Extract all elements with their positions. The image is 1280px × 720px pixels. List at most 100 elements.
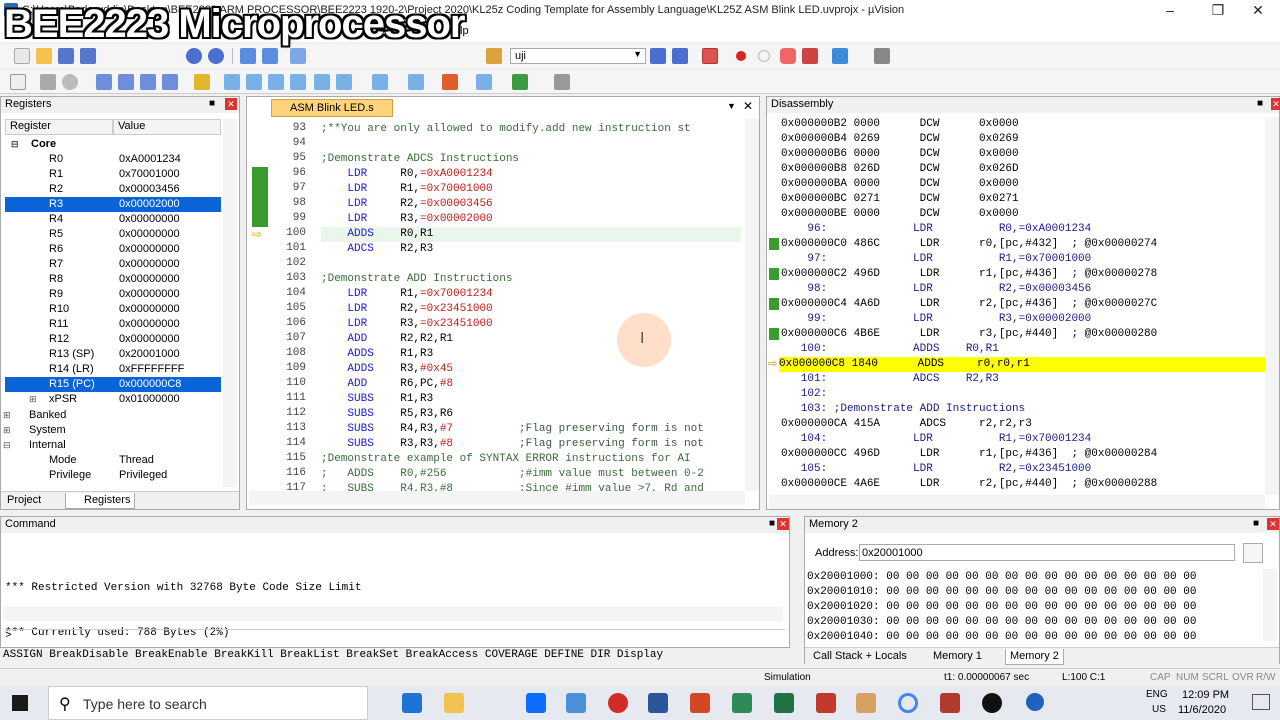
memory-row[interactable]: 0x20001020: 00 00 00 00 00 00 00 00 00 0… [807,601,1196,613]
code-line[interactable]: ADD R6,PC,#8 [321,377,453,392]
register-row-privilege[interactable]: Privilege Privileged [5,468,221,483]
disassembly-line[interactable]: 0x000000C0 486C LDR r0,[pc,#432] ; @0x00… [781,237,1157,252]
disassembly-line[interactable]: 99: LDR R3,=0x00002000 [781,312,1091,327]
register-row[interactable]: R11 0x00000000 [5,317,221,332]
close-icon[interactable]: ✕ [225,98,237,110]
close-icon[interactable]: ✕ [1271,98,1280,110]
code-line[interactable]: ADDS R1,R3 [321,347,433,362]
save-all-icon[interactable] [80,48,96,64]
command-window-icon[interactable] [224,74,240,90]
recorder-icon[interactable] [982,693,1002,713]
disassembly-line[interactable]: 0x000000CE 4A6E LDR r2,[pc,#440] ; @0x00… [781,477,1157,492]
language-indicator[interactable]: ENG [1146,689,1168,700]
file-explorer-icon[interactable] [444,693,464,713]
disassembly-line[interactable]: 0x000000BE 0000 DCW 0x0000 [781,207,1019,222]
pin-icon[interactable]: ■ [769,518,775,529]
disassembly-line[interactable]: 98: LDR R2,=0x00003456 [781,282,1091,297]
register-row-mode[interactable]: Mode Thread [5,453,221,468]
tab-registers[interactable]: Registers [65,493,136,509]
reset-icon[interactable] [10,74,26,90]
code-line[interactable]: ADD R2,R2,R1 [321,332,453,347]
code-line[interactable]: SUBS R5,R3,R6 [321,407,453,422]
symbols-window-icon[interactable] [268,74,284,90]
register-row[interactable]: R6 0x00000000 [5,242,221,257]
chrome-icon[interactable] [898,693,918,713]
column-header-register[interactable]: Register [5,119,113,135]
memory-window-icon[interactable] [372,74,388,90]
disassembly-line[interactable]: 103: ;Demonstrate ADD Instructions [781,402,1025,417]
register-row[interactable]: R8 0x00000000 [5,272,221,287]
taskbar-search[interactable]: ⚲ Type here to search [48,686,368,720]
code-line[interactable]: SUBS R4,R3,#7 ;Flag preserving form is n… [321,422,703,437]
register-row[interactable]: ⊞ xPSR 0x01000000 [5,392,221,407]
step-into-icon[interactable] [96,74,112,90]
run-icon[interactable] [40,74,56,90]
powerpoint-icon[interactable] [690,693,710,713]
breakpoint-insert-icon[interactable] [736,51,746,61]
code-line[interactable]: LDR R2,=0x00003456 [321,197,492,212]
target-select[interactable]: uji ▼ [510,48,646,64]
disassembly-line[interactable]: 105: LDR R2,=0x23451000 [781,462,1091,477]
disassembly-line[interactable]: 0x000000B4 0269 DCW 0x0269 [781,132,1019,147]
code-line[interactable]: LDR R1,=0x70001000 [321,182,492,197]
nav-forward-icon[interactable] [262,48,278,64]
disassembly-line[interactable]: 100: ADDS R0,R1 [781,342,999,357]
opera-icon[interactable] [608,693,628,713]
tree-node-banked[interactable]: ⊞ Banked [3,408,221,423]
new-file-icon[interactable] [14,48,30,64]
find-in-files-icon[interactable] [486,48,502,64]
tab-memory-2[interactable]: Memory 2 [1005,649,1064,665]
address-input[interactable] [859,544,1235,561]
disassembly-line[interactable]: 96: LDR R0,=0xA0001234 [781,222,1091,237]
pin-icon[interactable]: ■ [1253,518,1259,529]
breakpoint-kill-all-icon[interactable] [802,48,818,64]
chevron-down-icon[interactable]: ▼ [727,101,736,111]
memory-row[interactable]: 0x20001010: 00 00 00 00 00 00 00 00 00 0… [807,586,1196,598]
register-row[interactable]: R12 0x00000000 [5,332,221,347]
word-icon[interactable] [648,693,668,713]
register-row[interactable]: R10 0x00000000 [5,302,221,317]
disassembly-line[interactable]: 0x000000B8 026D DCW 0x026D [781,162,1019,177]
expand-icon[interactable]: ⊞ [29,392,37,407]
memory-row[interactable]: 0x20001000: 00 00 00 00 00 00 00 00 00 0… [807,571,1196,583]
code-line[interactable]: ADDS R0,R1 [321,227,741,242]
debug-session-icon[interactable] [702,48,718,64]
save-icon[interactable] [58,48,74,64]
toolbox-icon[interactable] [554,74,570,90]
tree-node-core[interactable]: ⊟ Core [5,137,221,152]
step-over-icon[interactable] [118,74,134,90]
code-line[interactable]: ;Demonstrate example of SYNTAX ERROR ins… [321,452,691,467]
serial-window-icon[interactable] [408,74,424,90]
expand-icon[interactable]: ⊞ [3,408,11,423]
incremental-find-icon[interactable] [672,48,688,64]
horizontal-scrollbar[interactable] [3,607,783,621]
vertical-scrollbar[interactable] [745,119,759,491]
nav-back-icon[interactable] [240,48,256,64]
code-line[interactable]: ;**You are only allowed to modify.add ne… [321,122,691,137]
register-row[interactable]: R4 0x00000000 [5,212,221,227]
find-icon[interactable] [650,48,666,64]
register-row[interactable]: R0 0xA0001234 [5,152,221,167]
disassembly-line[interactable]: 0x000000CA 415A ADCS r2,r2,r3 [781,417,1032,432]
code-line[interactable]: ;Demonstrate ADCS Instructions [321,152,519,167]
open-folder-icon[interactable] [36,48,52,64]
memory-row[interactable]: 0x20001030: 00 00 00 00 00 00 00 00 00 0… [807,616,1196,628]
pin-icon[interactable]: ■ [1257,98,1263,109]
excel-icon[interactable] [774,693,794,713]
configure-icon[interactable] [874,48,890,64]
lock-icon[interactable] [1243,543,1263,563]
close-icon[interactable]: ✕ [777,518,789,530]
collapse-icon[interactable]: ⊟ [11,137,19,152]
register-row[interactable]: R13 (SP) 0x20001000 [5,347,221,362]
memory-row[interactable]: 0x20001040: 00 00 00 00 00 00 00 00 00 0… [807,631,1196,643]
code-line[interactable]: LDR R3,=0x23451000 [321,317,492,332]
maximize-button[interactable]: ❐ [1196,0,1240,22]
register-row[interactable]: R5 0x00000000 [5,227,221,242]
redo-icon[interactable] [208,48,224,64]
register-row[interactable]: R3 0x00002000 [5,197,221,212]
register-row[interactable]: R7 0x00000000 [5,257,221,272]
code-line[interactable]: SUBS R1,R3 [321,392,433,407]
horizontal-scrollbar[interactable] [769,495,1265,509]
disassembly-line[interactable]: 0x000000C6 4B6E LDR r3,[pc,#440] ; @0x00… [781,327,1157,342]
disassembly-line[interactable]: 0x000000BC 0271 DCW 0x0271 [781,192,1019,207]
